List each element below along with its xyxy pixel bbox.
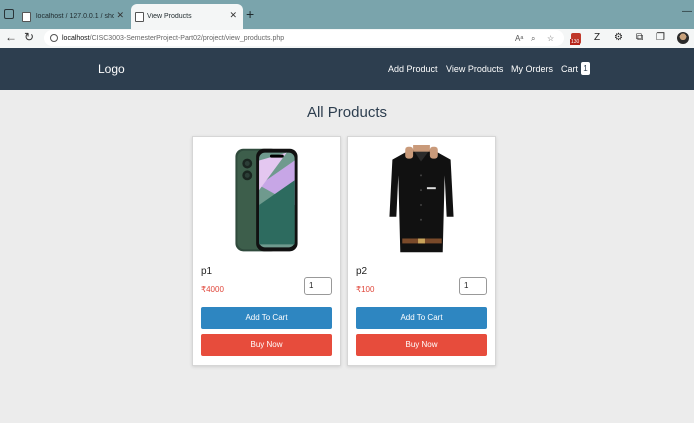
profile-avatar[interactable] [677, 32, 689, 44]
tab-title: localhost / 127.0.0.1 / shop_db | [36, 13, 114, 20]
product-price: ₹4000 [201, 285, 224, 294]
favorite-icon[interactable]: ☆ [547, 34, 554, 43]
cart-count-badge: 1 [581, 62, 590, 75]
split-screen-icon[interactable]: ⧉ [636, 32, 643, 43]
new-tab-icon[interactable]: + [246, 6, 254, 22]
url-path: /CISC3003-SemesterProject-Part02/project… [89, 34, 285, 42]
nav-my-orders[interactable]: My Orders [511, 64, 553, 74]
product-image-shirt [389, 145, 454, 253]
site-info-icon[interactable] [50, 34, 58, 42]
add-to-cart-button[interactable]: Add To Cart [356, 307, 487, 329]
quantity-input[interactable]: 1 [304, 277, 332, 295]
browser-tab-strip: localhost / 127.0.0.1 / shop_db | ✕ View… [0, 0, 694, 29]
collections-icon[interactable]: ❐ [656, 32, 665, 43]
tab-actions-icon[interactable] [4, 9, 14, 19]
site-navbar: Logo Add Product View Products My Orders… [0, 48, 694, 90]
extension-icon[interactable]: 130 [570, 33, 581, 45]
puzzle-icon[interactable]: ⚙ [614, 32, 623, 43]
close-tab-icon[interactable]: ✕ [229, 10, 237, 21]
buy-now-button[interactable]: Buy Now [201, 334, 332, 356]
product-card: p2 ₹100 1 Add To Cart Buy Now [347, 136, 496, 366]
browser-tab-view-products[interactable]: View Products ✕ [131, 4, 243, 29]
product-image-phone [235, 148, 298, 252]
page-title: All Products [306, 104, 388, 121]
read-aloud-icon[interactable]: Aᵃ [515, 34, 523, 43]
product-price: ₹100 [356, 285, 375, 294]
nav-add-product[interactable]: Add Product [388, 64, 438, 74]
tab-title: View Products [147, 13, 192, 20]
refresh-icon[interactable]: ↻ [24, 30, 34, 44]
nav-view-products[interactable]: View Products [446, 64, 503, 74]
extension-badge: 130 [570, 39, 581, 45]
product-name: p1 [201, 266, 213, 277]
page-icon [22, 12, 31, 22]
add-to-cart-button[interactable]: Add To Cart [201, 307, 332, 329]
nav-cart[interactable]: Cart [561, 64, 578, 74]
url-input[interactable]: localhost/CISC3003-SemesterProject-Part0… [44, 30, 564, 46]
close-tab-icon[interactable]: ✕ [116, 10, 124, 21]
product-card: p1 ₹4000 1 Add To Cart Buy Now [192, 136, 341, 366]
buy-now-button[interactable]: Buy Now [356, 334, 487, 356]
back-icon[interactable]: ← [5, 30, 17, 44]
address-bar-row: ← ↻ localhost/CISC3003-SemesterProject-P… [0, 29, 694, 48]
product-name: p2 [356, 266, 368, 277]
quantity-input[interactable]: 1 [459, 277, 487, 295]
browser-tab-phpmyadmin[interactable]: localhost / 127.0.0.1 / shop_db | ✕ [18, 4, 130, 29]
site-logo[interactable]: Logo [98, 62, 125, 76]
url-host: localhost [62, 34, 90, 42]
page-icon [135, 12, 144, 22]
z-extension-icon[interactable]: Z [594, 32, 600, 43]
zoom-icon[interactable]: ⌕ [531, 34, 535, 44]
minimize-icon[interactable]: — [682, 6, 692, 17]
